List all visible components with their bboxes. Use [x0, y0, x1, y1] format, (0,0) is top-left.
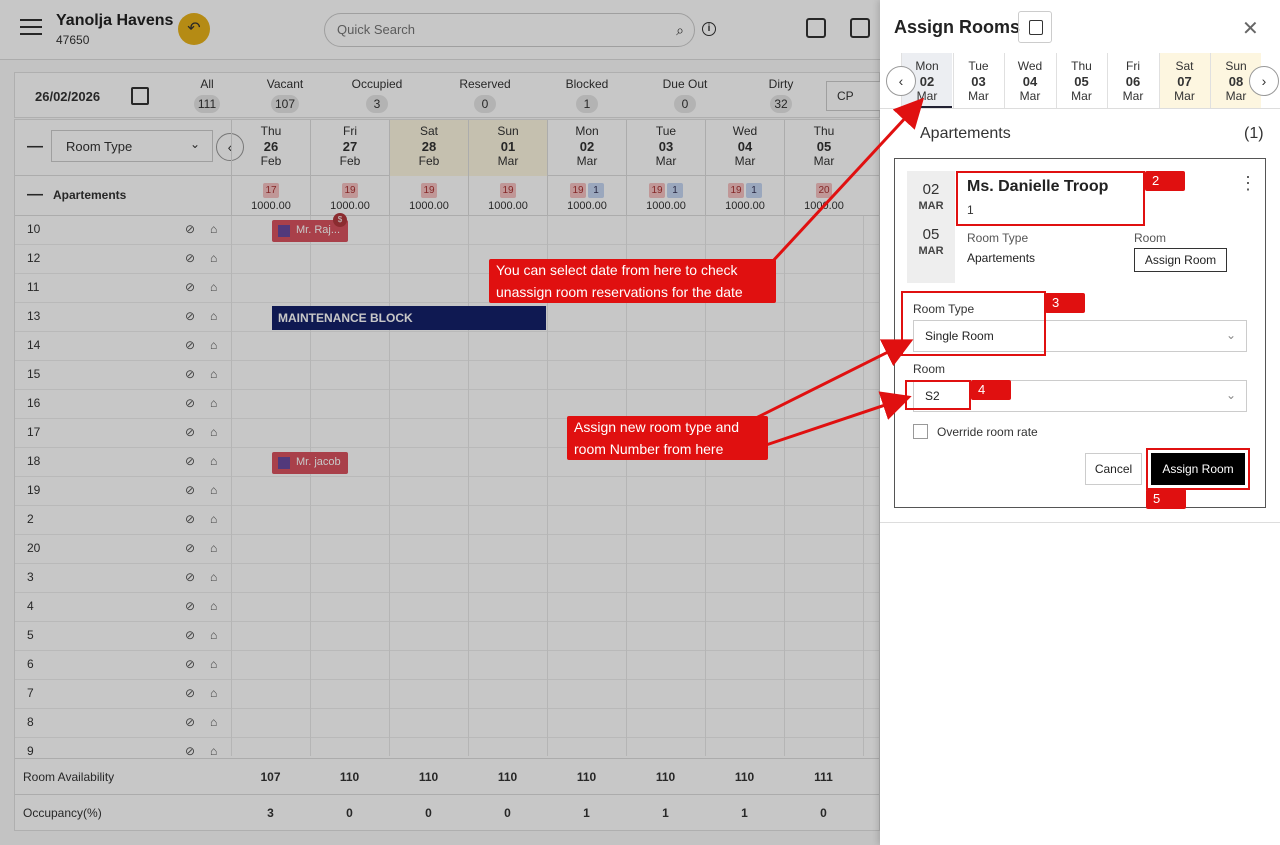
divider [880, 522, 1280, 523]
arrival-month: MAR [918, 200, 944, 212]
cancel-button[interactable]: Cancel [1085, 453, 1142, 485]
callout-date: You can select date from here to check u… [489, 259, 776, 303]
date-month: Mar [1019, 89, 1041, 103]
assign-room-button[interactable]: Assign Room [1151, 453, 1245, 485]
group-count: (1) [1244, 125, 1264, 142]
form-room-label: Room [913, 362, 946, 376]
room-type-select[interactable]: Single Room ⌄ [913, 320, 1247, 352]
room-type-label: Room Type [967, 231, 1029, 245]
date-cell[interactable]: Thu 05 Mar [1055, 53, 1107, 108]
date-dow: Wed [1017, 59, 1043, 73]
date-cell[interactable]: Sat 07 Mar [1158, 53, 1210, 108]
close-icon[interactable]: ✕ [1242, 16, 1259, 41]
date-cell[interactable]: Wed 04 Mar [1004, 53, 1055, 108]
assign-room-small-button[interactable]: Assign Room [1134, 248, 1227, 272]
more-options-icon[interactable]: ⋮ [1239, 173, 1257, 194]
override-rate-checkbox[interactable] [913, 424, 928, 439]
group-heading: Apartements [920, 125, 1011, 142]
date-month: Mar [1122, 89, 1144, 103]
date-cell[interactable]: Tue 03 Mar [952, 53, 1004, 108]
form-room-type-label: Room Type [913, 302, 975, 316]
step-tag: 5 [1146, 489, 1186, 509]
date-num: 06 [1125, 74, 1141, 89]
room-select[interactable]: S2 ⌄ [913, 380, 1247, 412]
callout-line: You can select date from here to check [496, 262, 738, 278]
override-rate-label: Override room rate [937, 425, 1038, 439]
reservation-card: 02 MAR 05 MAR Ms. Danielle Troop 1 ⋮ Roo… [894, 158, 1266, 508]
date-month: Mar [1174, 89, 1195, 103]
room-selected: S2 [925, 389, 940, 403]
callout-line: room Number from here [574, 441, 724, 457]
stay-dates: 02 MAR 05 MAR [907, 171, 955, 283]
arrival-day: 02 [922, 181, 940, 198]
callout-assign: Assign new room type and room Number fro… [567, 416, 768, 460]
step-tag: 2 [1145, 171, 1185, 191]
room-label: Room [1134, 231, 1167, 245]
date-num: 04 [1022, 74, 1038, 89]
date-month: Mar [968, 89, 989, 103]
room-type-selected: Single Room [925, 329, 994, 343]
step-tag: 3 [1045, 293, 1085, 313]
date-dow: Sat [1175, 59, 1194, 73]
chevron-down-icon: ⌄ [1225, 328, 1236, 342]
date-dow: Fri [1126, 59, 1140, 73]
date-next-button[interactable]: › [1249, 66, 1279, 96]
step-tag: 4 [971, 380, 1011, 400]
drawer-title: Assign Rooms [894, 17, 1021, 37]
date-dow: Tue [968, 59, 989, 73]
guest-name: Ms. Danielle Troop [967, 178, 1109, 195]
date-cell[interactable]: Fri 06 Mar [1107, 53, 1158, 108]
callout-line: unassign room reservations for the date [496, 284, 743, 300]
date-num: 07 [1177, 74, 1192, 89]
departure-day: 05 [922, 226, 940, 243]
date-num: 03 [971, 74, 986, 89]
room-type-value: Apartements [967, 251, 1036, 265]
calendar-icon[interactable] [1018, 11, 1052, 43]
callout-line: Assign new room type and [574, 419, 739, 435]
date-dow: Thu [1071, 59, 1092, 73]
guest-count: 1 [967, 203, 974, 217]
date-prev-button[interactable]: ‹ [886, 66, 916, 96]
date-month: Mar [1071, 89, 1092, 103]
chevron-down-icon: ⌄ [1225, 388, 1236, 402]
date-num: 05 [1074, 74, 1089, 89]
departure-month: MAR [918, 245, 944, 257]
date-strip: Mon 02 Mar Tue 03 Mar Wed 04 Mar Thu 05 Mar Fri 06 Mar… [880, 53, 1280, 109]
assign-rooms-drawer: Assign Rooms ✕ Mon 02 Mar Tue 03 Mar Wed 04 Mar T… [880, 0, 1280, 845]
